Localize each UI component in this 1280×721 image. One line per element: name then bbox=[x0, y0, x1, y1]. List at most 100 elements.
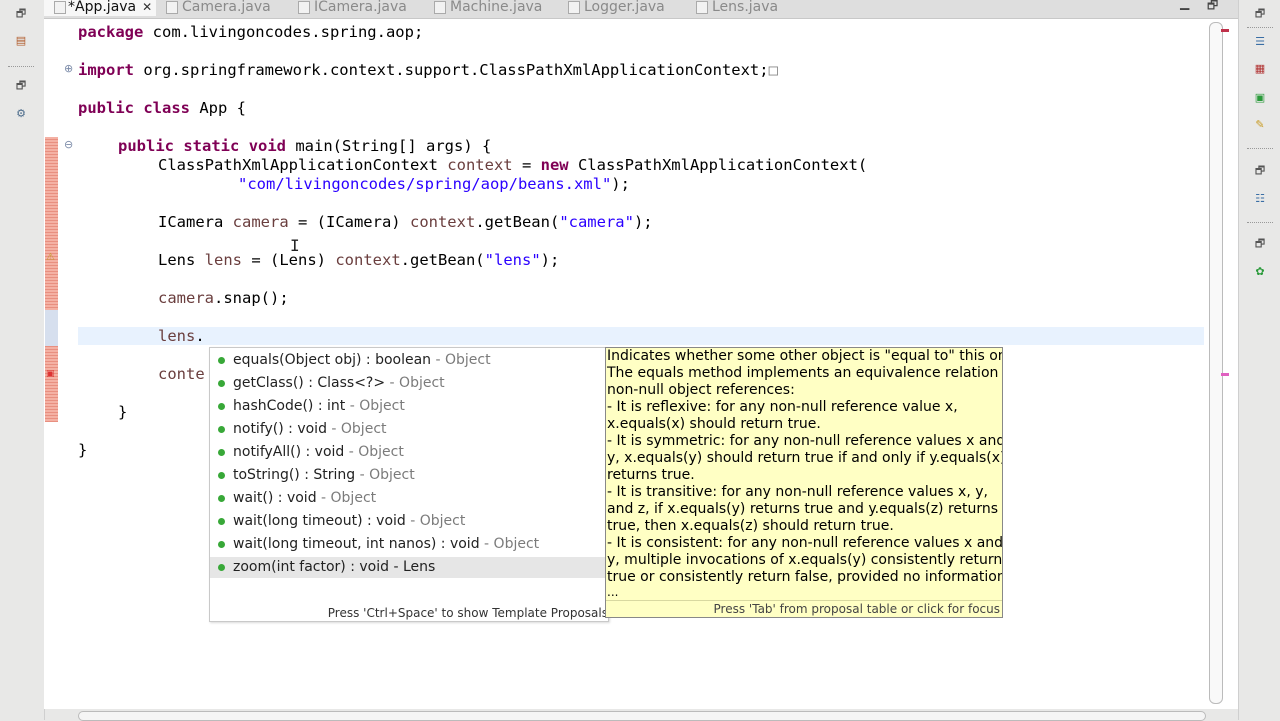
doc-line: - It is transitive: for any non-null ref… bbox=[607, 484, 988, 500]
error-overview-marker[interactable] bbox=[1221, 29, 1229, 32]
java-file-icon bbox=[298, 1, 310, 14]
error-icon: ▣ bbox=[46, 369, 55, 379]
text-cursor-icon: I bbox=[290, 236, 300, 255]
current-line-highlight bbox=[78, 327, 1204, 345]
code-line-context: ClassPathXmlApplicationContext context =… bbox=[158, 156, 868, 174]
public-method-icon bbox=[218, 541, 225, 548]
console-icon[interactable]: ▣ bbox=[1251, 90, 1269, 106]
annotation-strip bbox=[45, 137, 58, 422]
public-method-icon bbox=[218, 357, 225, 364]
outline-view-icon[interactable]: ☷ bbox=[1251, 191, 1269, 207]
restore-icon-2[interactable]: 🗗 bbox=[12, 78, 30, 94]
close-icon[interactable]: ✕ bbox=[142, 0, 152, 16]
restore-icon[interactable]: 🗗 bbox=[1251, 6, 1269, 22]
proposal-tostring[interactable]: toString() : String - Object bbox=[210, 465, 608, 486]
tab-label: *App.java bbox=[68, 0, 137, 15]
doc-line: - It is consistent: for any non-null ref… bbox=[607, 535, 1003, 551]
tab-app-java[interactable]: *App.java ✕ bbox=[44, 0, 157, 16]
editor-tab-bar: *App.java ✕ Camera.java ICamera.java Mac… bbox=[44, 0, 1238, 19]
tab-label: Machine.java bbox=[450, 0, 543, 15]
restore-icon[interactable]: 🗗 bbox=[12, 6, 30, 22]
warning-icon: ⚠ bbox=[46, 252, 55, 263]
doc-line-ellipsis: ... bbox=[607, 585, 619, 599]
java-file-icon bbox=[166, 1, 178, 14]
restore-icon-2[interactable]: 🗗 bbox=[1251, 163, 1269, 179]
tab-label: Logger.java bbox=[584, 0, 665, 15]
doc-line: y, x.equals(y) should return true if and… bbox=[607, 450, 1003, 466]
doc-line: returns true. bbox=[607, 467, 695, 483]
public-method-icon bbox=[218, 564, 225, 571]
code-line-snap: camera.snap(); bbox=[158, 289, 289, 307]
tab-label: Camera.java bbox=[182, 0, 271, 15]
code-line-class: public class App { bbox=[78, 99, 247, 117]
minimize-icon[interactable]: ▁ bbox=[1180, 0, 1189, 10]
tab-machine-java[interactable]: Machine.java bbox=[434, 0, 542, 16]
left-trim-bar: 🗗 ▤ 🗗 ⚙ bbox=[0, 0, 45, 720]
javadoc-popup[interactable]: Indicates whether some other object is "… bbox=[605, 347, 1003, 618]
doc-line: non-null object references: bbox=[607, 382, 795, 398]
servers-icon[interactable]: ▦ bbox=[1251, 61, 1269, 77]
code-line-lens-dot: lens. bbox=[158, 327, 205, 345]
java-file-icon bbox=[568, 1, 580, 14]
public-method-icon bbox=[218, 472, 225, 479]
code-line-package: package com.livingoncodes.spring.aop; bbox=[78, 23, 424, 41]
java-file-icon bbox=[696, 1, 708, 14]
proposal-equals[interactable]: equals(Object obj) : boolean - Object bbox=[210, 350, 608, 371]
tab-label: ICamera.java bbox=[314, 0, 407, 15]
package-explorer-icon[interactable]: ▤ bbox=[12, 33, 30, 49]
collapsed-import-marker[interactable]: □ bbox=[769, 61, 778, 79]
content-assist-list[interactable]: equals(Object obj) : boolean - Object ge… bbox=[209, 347, 609, 622]
java-file-icon bbox=[54, 1, 66, 14]
code-line-lens: Lens lens = (Lens) context.getBean("lens… bbox=[158, 251, 560, 269]
proposal-notify[interactable]: notify() : void - Object bbox=[210, 419, 608, 440]
doc-line: Indicates whether some other object is "… bbox=[607, 348, 1003, 364]
doc-line: The equals method implements an equivale… bbox=[607, 365, 1003, 381]
focus-hint: Press 'Tab' from proposal table or click… bbox=[606, 600, 1002, 617]
public-method-icon bbox=[218, 403, 225, 410]
maximize-icon[interactable]: 🗗 bbox=[1207, 0, 1218, 17]
proposal-hashcode[interactable]: hashCode() : int - Object bbox=[210, 396, 608, 417]
occurrence-overview-marker[interactable] bbox=[1221, 373, 1229, 376]
tab-label: Lens.java bbox=[712, 0, 779, 15]
public-method-icon bbox=[218, 380, 225, 387]
tab-camera-java[interactable]: Camera.java bbox=[166, 0, 271, 16]
code-line-import: import org.springframework.context.suppo… bbox=[78, 61, 778, 79]
right-trim-bar: 🗗 ☰ ▦ ▣ ✎ 🗗 ☷ 🗗 ✿ bbox=[1238, 0, 1280, 720]
doc-line: - It is reflexive: for any non-null refe… bbox=[607, 399, 958, 415]
proposal-wait[interactable]: wait() : void - Object bbox=[210, 488, 608, 509]
proposal-zoom[interactable]: zoom(int factor) : void - Lens bbox=[210, 557, 608, 578]
tab-logger-java[interactable]: Logger.java bbox=[568, 0, 665, 16]
proposal-notifyall[interactable]: notifyAll() : void - Object bbox=[210, 442, 608, 463]
proposal-wait-timeout[interactable]: wait(long timeout) : void - Object bbox=[210, 511, 608, 532]
proposal-wait-timeout-nanos[interactable]: wait(long timeout, int nanos) : void - O… bbox=[210, 534, 608, 555]
tab-lens-java[interactable]: Lens.java bbox=[696, 0, 778, 16]
java-file-icon bbox=[434, 1, 446, 14]
outline-icon[interactable]: ⚙ bbox=[12, 106, 30, 122]
task-list-icon[interactable]: ☰ bbox=[1251, 34, 1269, 50]
code-line-main: public static void main(String[] args) { bbox=[118, 137, 492, 155]
doc-line: y, multiple invocations of x.equals(y) c… bbox=[607, 552, 1003, 568]
doc-line: and z, if x.equals(y) returns true and y… bbox=[607, 501, 999, 517]
annotation-strip-current bbox=[45, 310, 58, 346]
public-method-icon bbox=[218, 449, 225, 456]
vertical-scrollbar[interactable] bbox=[1209, 22, 1223, 704]
collapse-icon[interactable]: ⊖ bbox=[64, 138, 73, 151]
template-proposals-hint: Press 'Ctrl+Space' to show Template Prop… bbox=[327, 606, 608, 620]
doc-line: - It is symmetric: for any non-null refe… bbox=[607, 433, 1003, 449]
code-line-close-class: } bbox=[78, 441, 88, 459]
public-method-icon bbox=[218, 518, 225, 525]
public-method-icon bbox=[218, 495, 225, 502]
doc-line: true or consistently return false, provi… bbox=[607, 569, 1003, 585]
doc-line: true, then x.equals(z) should return tru… bbox=[607, 518, 894, 534]
public-method-icon bbox=[218, 426, 225, 433]
tab-icamera-java[interactable]: ICamera.java bbox=[298, 0, 407, 16]
restore-icon-3[interactable]: 🗗 bbox=[1251, 236, 1269, 252]
debug-icon[interactable]: ✎ bbox=[1251, 117, 1269, 133]
code-line-beans-xml: "com/livingoncodes/spring/aop/beans.xml"… bbox=[238, 175, 630, 193]
expand-icon[interactable]: ⊕ bbox=[64, 62, 73, 75]
spring-icon[interactable]: ✿ bbox=[1251, 264, 1269, 280]
doc-line: x.equals(x) should return true. bbox=[607, 416, 821, 432]
proposal-getclass[interactable]: getClass() : Class<?> - Object bbox=[210, 373, 608, 394]
code-line-close-method: } bbox=[118, 403, 128, 421]
code-line-conte: conte bbox=[158, 365, 205, 383]
